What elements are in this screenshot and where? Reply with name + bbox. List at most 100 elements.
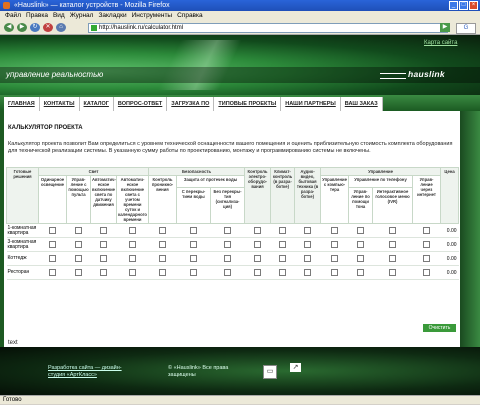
option-checkbox[interactable] [423, 269, 431, 276]
developer-link[interactable]: Разработка сайта — дизайн-студия «АртКла… [48, 365, 138, 379]
maximize-button[interactable]: □ [459, 1, 468, 10]
option-checkbox[interactable] [190, 255, 197, 262]
stop-icon[interactable]: ✕ [43, 23, 53, 32]
nav-order[interactable]: ВАШ ЗАКАЗ [341, 97, 383, 111]
option-checkbox[interactable] [129, 227, 136, 234]
option-checkbox[interactable] [423, 255, 431, 262]
option-checkbox[interactable] [389, 255, 397, 262]
option-checkbox[interactable] [190, 269, 197, 276]
option-checkbox[interactable] [279, 227, 287, 234]
checkbox-cell [90, 237, 117, 252]
option-checkbox[interactable] [331, 255, 339, 262]
counter-icon[interactable]: ▭ [263, 365, 277, 379]
option-checkbox[interactable] [75, 227, 82, 234]
row-total: 0.00 [440, 223, 459, 238]
menu-help[interactable]: Справка [177, 12, 203, 19]
option-checkbox[interactable] [129, 269, 136, 276]
site-logo[interactable]: hauslink [408, 69, 445, 79]
col-price: Цена [440, 167, 460, 224]
option-checkbox[interactable] [159, 269, 166, 276]
option-checkbox[interactable] [304, 255, 312, 262]
nav-partners[interactable]: НАШИ ПАРТНЕРЫ [281, 97, 341, 111]
option-checkbox[interactable] [190, 241, 197, 248]
row-name: 1-комнатная квартира [6, 223, 39, 238]
option-checkbox[interactable] [49, 227, 56, 234]
option-checkbox[interactable] [49, 255, 56, 262]
option-checkbox[interactable] [357, 255, 365, 262]
option-checkbox[interactable] [279, 255, 287, 262]
search-engine-icon[interactable]: G [456, 23, 476, 34]
menu-view[interactable]: Вид [53, 12, 65, 19]
option-checkbox[interactable] [304, 227, 312, 234]
option-checkbox[interactable] [224, 269, 232, 276]
option-checkbox[interactable] [49, 269, 56, 276]
menu-tools[interactable]: Инструменты [132, 12, 173, 19]
window-title: «Hauslink» — каталог устройств - Mozilla… [14, 2, 170, 9]
checkbox-cell [210, 251, 245, 266]
back-icon[interactable]: ◀ [4, 23, 14, 32]
nav-contacts[interactable]: КОНТАКТЫ [40, 97, 80, 111]
option-checkbox[interactable] [304, 269, 312, 276]
option-checkbox[interactable] [331, 227, 339, 234]
address-bar[interactable]: http://hauslink.ru/calculator.html [88, 23, 448, 33]
nav-catalog[interactable]: КАТАЛОГ [80, 97, 114, 111]
option-checkbox[interactable] [159, 255, 166, 262]
option-checkbox[interactable] [357, 227, 365, 234]
option-checkbox[interactable] [129, 241, 136, 248]
nav-projects[interactable]: ТИПОВЫЕ ПРОЕКТЫ [214, 97, 282, 111]
arrow-icon[interactable]: ↗ [290, 363, 301, 372]
option-checkbox[interactable] [254, 255, 262, 262]
option-checkbox[interactable] [389, 227, 397, 234]
option-checkbox[interactable] [224, 255, 232, 262]
checkbox-cell [116, 237, 149, 252]
home-icon[interactable]: ⌂ [56, 23, 66, 32]
option-checkbox[interactable] [75, 269, 82, 276]
checkbox-cell [148, 223, 177, 238]
option-checkbox[interactable] [331, 241, 339, 248]
close-button[interactable]: × [469, 1, 478, 10]
option-checkbox[interactable] [224, 227, 232, 234]
forward-icon[interactable]: ▶ [17, 23, 27, 32]
option-checkbox[interactable] [423, 241, 431, 248]
option-checkbox[interactable] [129, 255, 136, 262]
reload-icon[interactable]: ↻ [30, 23, 40, 32]
option-checkbox[interactable] [75, 241, 82, 248]
checkbox-cell [372, 223, 413, 238]
option-checkbox[interactable] [279, 269, 287, 276]
go-button-icon[interactable]: ▶ [440, 23, 450, 32]
sitemap-link[interactable]: Карта сайта [424, 40, 457, 46]
option-checkbox[interactable] [423, 227, 431, 234]
option-checkbox[interactable] [254, 241, 262, 248]
option-checkbox[interactable] [357, 241, 365, 248]
option-checkbox[interactable] [159, 241, 166, 248]
option-checkbox[interactable] [389, 241, 397, 248]
menu-history[interactable]: Журнал [70, 12, 94, 19]
clear-button[interactable]: Очистить [423, 324, 456, 332]
option-checkbox[interactable] [190, 227, 197, 234]
option-checkbox[interactable] [100, 241, 107, 248]
option-checkbox[interactable] [75, 255, 82, 262]
menu-file[interactable]: Файл [5, 12, 21, 19]
nav-download[interactable]: ЗАГРУЗКА ПО [167, 97, 215, 111]
option-checkbox[interactable] [100, 227, 107, 234]
minimize-button[interactable]: _ [449, 1, 458, 10]
checkbox-cell [348, 251, 373, 266]
option-checkbox[interactable] [279, 241, 287, 248]
menu-edit[interactable]: Правка [26, 12, 48, 19]
menu-bookmarks[interactable]: Закладки [98, 12, 126, 19]
option-checkbox[interactable] [224, 241, 232, 248]
option-checkbox[interactable] [100, 255, 107, 262]
nav-home[interactable]: ГЛАВНАЯ [4, 97, 40, 111]
nav-faq[interactable]: ВОПРОС-ОТВЕТ [114, 97, 168, 111]
col-ceiling-light: Одинарное освещение [38, 175, 67, 224]
option-checkbox[interactable] [357, 269, 365, 276]
option-checkbox[interactable] [331, 269, 339, 276]
option-checkbox[interactable] [254, 269, 262, 276]
option-checkbox[interactable] [159, 227, 166, 234]
window-titlebar: «Hauslink» — каталог устройств - Mozilla… [0, 0, 480, 11]
option-checkbox[interactable] [100, 269, 107, 276]
option-checkbox[interactable] [49, 241, 56, 248]
option-checkbox[interactable] [254, 227, 262, 234]
option-checkbox[interactable] [304, 241, 312, 248]
option-checkbox[interactable] [389, 269, 397, 276]
